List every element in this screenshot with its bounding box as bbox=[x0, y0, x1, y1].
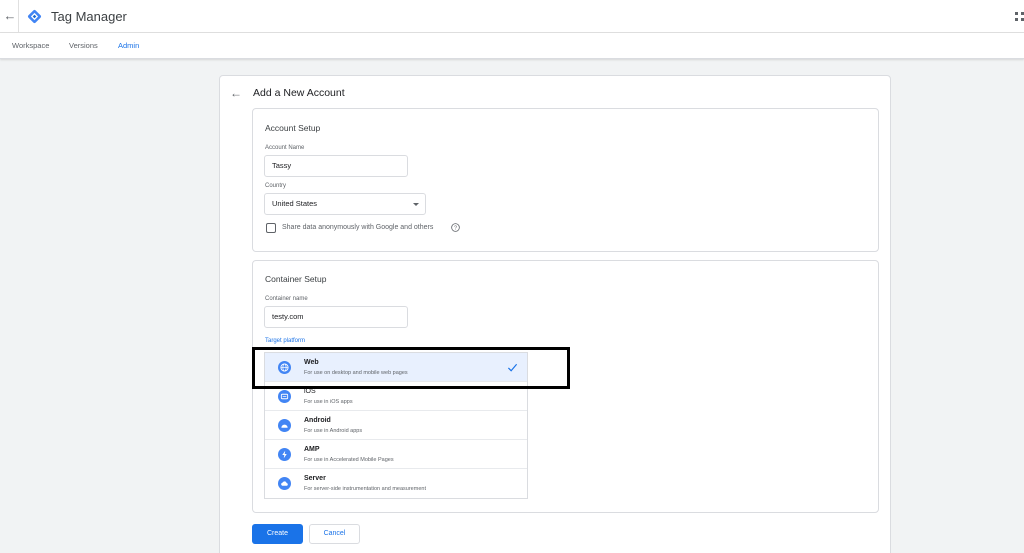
back-arrow-icon[interactable]: ← bbox=[230, 86, 242, 100]
back-arrow-icon[interactable]: ← bbox=[3, 8, 17, 24]
platform-option-amp[interactable]: AMP For use in Accelerated Mobile Pages bbox=[265, 440, 527, 469]
page-title: Add a New Account bbox=[253, 87, 345, 99]
country-select[interactable]: United States bbox=[264, 193, 426, 215]
account-name-label: Account Name bbox=[265, 145, 305, 151]
android-icon bbox=[278, 419, 291, 432]
share-data-checkbox[interactable] bbox=[266, 223, 276, 233]
platform-name: Server bbox=[304, 475, 326, 482]
platform-name: iOS bbox=[304, 388, 316, 395]
container-setup-title: Container Setup bbox=[265, 274, 327, 284]
platform-option-server[interactable]: Server For server-side instrumentation a… bbox=[265, 469, 527, 498]
platform-description: For use in Accelerated Mobile Pages bbox=[304, 457, 394, 463]
amp-bolt-icon bbox=[278, 448, 291, 461]
share-data-label: Share data anonymously with Google and o… bbox=[282, 224, 434, 231]
svg-text:?: ? bbox=[454, 226, 457, 232]
country-label: Country bbox=[265, 183, 287, 189]
platform-description: For server-side instrumentation and meas… bbox=[304, 486, 426, 492]
apps-grid-icon[interactable] bbox=[1015, 12, 1024, 21]
account-name-input[interactable]: Tassy bbox=[264, 155, 408, 177]
platform-name: Android bbox=[304, 417, 331, 424]
top-app-bar: ← Tag Manager bbox=[0, 0, 1024, 33]
divider bbox=[18, 0, 19, 33]
tab-workspace[interactable]: Workspace bbox=[12, 41, 49, 50]
tag-manager-logo-icon[interactable] bbox=[26, 8, 43, 25]
container-name-input[interactable]: testy.com bbox=[264, 306, 408, 328]
platform-option-android[interactable]: Android For use in Android apps bbox=[265, 411, 527, 440]
nav-tabs: Workspace Versions Admin bbox=[0, 33, 1024, 59]
create-button[interactable]: Create bbox=[252, 524, 303, 544]
dropdown-caret-icon bbox=[413, 203, 419, 206]
platform-description: For use in Android apps bbox=[304, 428, 363, 434]
app-title: Tag Manager bbox=[51, 9, 127, 24]
help-icon[interactable]: ? bbox=[451, 223, 460, 232]
platform-description: For use in iOS apps bbox=[304, 399, 353, 405]
platform-name: AMP bbox=[304, 446, 320, 453]
tab-versions[interactable]: Versions bbox=[69, 41, 98, 50]
container-name-label: Container name bbox=[265, 296, 308, 302]
target-platform-label: Target platform bbox=[265, 338, 306, 344]
tab-admin[interactable]: Admin bbox=[118, 41, 139, 50]
account-setup-title: Account Setup bbox=[265, 123, 321, 133]
cancel-button[interactable]: Cancel bbox=[309, 524, 360, 544]
highlight-box bbox=[252, 347, 570, 389]
cloud-icon bbox=[278, 477, 291, 490]
ios-icon bbox=[278, 390, 291, 403]
country-value: United States bbox=[272, 199, 318, 208]
